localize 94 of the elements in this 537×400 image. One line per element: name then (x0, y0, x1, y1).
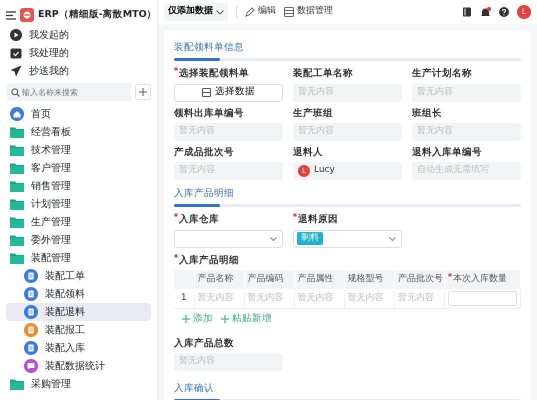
field-label: 装配工单名称 (293, 68, 353, 80)
field-label: 入库产品明细 (179, 254, 239, 266)
sidebar-item[interactable]: 装配入库 (6, 339, 151, 357)
app-logo-icon (20, 8, 34, 22)
sidebar-item[interactable]: 我发起的 (6, 26, 151, 44)
sidebar-item[interactable]: 抄送我的 (6, 62, 151, 80)
menu-icon (6, 10, 16, 20)
field-label: 班组长 (412, 108, 442, 118)
field-label: 退料人 (293, 146, 323, 158)
sidebar-item[interactable]: 装配领料 (6, 285, 151, 303)
plus-icon (221, 315, 229, 324)
home-icon (10, 107, 24, 121)
field-label: 生产计划名称 (412, 68, 472, 80)
folder-icon (10, 198, 24, 210)
toolbar-button[interactable]: 数据管理 (284, 5, 333, 19)
field-label: 入库仓库 (179, 214, 219, 226)
data-icon (202, 88, 211, 97)
book-icon (462, 7, 472, 17)
field-label: 退料入库单编号 (412, 146, 482, 158)
sidebar-item[interactable]: 装配退料 (6, 303, 151, 321)
sidebar-item[interactable]: 生产管理 (6, 213, 151, 231)
readonly-field: 自动生成无需填写 (412, 162, 521, 180)
search-field[interactable]: 输入名称来搜索 (6, 83, 131, 101)
folder-icon (10, 216, 24, 228)
sidebar-item[interactable]: 装配报工 (6, 321, 151, 339)
row-number: 1 (174, 288, 194, 309)
folder-icon (10, 378, 24, 390)
readonly-field: 暂无内容 (293, 122, 402, 141)
quantity-input[interactable] (448, 291, 517, 306)
section-title: 入库产品明细 (174, 187, 234, 201)
readonly-field: 暂无内容 (412, 122, 521, 141)
app-title: ERP（精细版-离散MTO） (38, 8, 157, 22)
pencil-icon (245, 7, 255, 17)
section-title: 装配领料单信息 (174, 41, 244, 55)
play-icon (10, 29, 22, 41)
folder-icon (10, 252, 24, 264)
sidebar-item[interactable]: 首页 (6, 105, 151, 123)
table-cell: 暂无内容 (394, 288, 444, 309)
add-button[interactable] (135, 84, 151, 100)
select-field[interactable] (174, 230, 283, 248)
view-dropdown[interactable]: 仅添加数据 (164, 3, 228, 21)
select-data-button[interactable]: 选择数据 (174, 84, 283, 102)
table-cell: 暂无内容 (194, 288, 244, 309)
chevron-down-icon (389, 236, 396, 240)
column-header: 规格型号 (348, 274, 384, 284)
send-icon (10, 65, 22, 77)
field-label: 退料原因 (298, 214, 338, 226)
reason-tag: 剩料 (297, 232, 323, 246)
sidebar-item[interactable]: 我处理的 (6, 44, 151, 62)
sidebar-item[interactable]: 销售管理 (6, 177, 151, 195)
column-header: 产品编码 (248, 274, 284, 284)
readonly-field: 暂无内容 (174, 352, 283, 371)
section-title: 入库确认 (174, 382, 214, 396)
sidebar-item[interactable]: 装配数据统计 (6, 357, 151, 375)
field-label: 产成品批次号 (174, 146, 234, 158)
column-header: 产品名称 (198, 274, 234, 284)
column-header: 产品批次号 (398, 274, 443, 284)
help-icon (499, 7, 509, 17)
folder-icon (10, 144, 24, 156)
field-label: 入库产品总数 (174, 338, 234, 348)
column-header: 本次入库数量 (452, 274, 507, 284)
sidebar-item[interactable]: 经营看板 (6, 123, 151, 141)
folder-icon (10, 234, 24, 246)
plus-icon (139, 88, 147, 96)
sidebar-item[interactable]: 装配管理 (6, 249, 151, 267)
table-icon (284, 7, 294, 17)
folder-icon (10, 162, 24, 174)
sidebar-item[interactable]: 采购管理 (6, 375, 151, 393)
user-name: Lucy (314, 164, 335, 178)
field-label: 领料出库单编号 (174, 108, 244, 118)
user-avatar[interactable]: L (517, 5, 531, 19)
sidebar-item[interactable]: 计划管理 (6, 195, 151, 213)
chevron-down-icon (270, 236, 277, 240)
folder-icon (10, 180, 24, 192)
table-cell: 暂无内容 (344, 288, 394, 309)
table-cell: 暂无内容 (294, 288, 344, 309)
inbox-check-icon (10, 47, 22, 59)
readonly-field: 暂无内容 (174, 162, 283, 180)
sidebar-item[interactable]: 客户管理 (6, 159, 151, 177)
readonly-field: 暂无内容 (174, 122, 283, 141)
sidebar-item[interactable]: 委外管理 (6, 231, 151, 249)
field-label: 生产班组 (293, 108, 333, 118)
sidebar-item[interactable]: 技术管理 (6, 141, 151, 159)
field-label: 选择装配领料单 (179, 68, 249, 80)
readonly-field: 暂无内容 (293, 84, 402, 102)
table-cell: 暂无内容 (244, 288, 294, 309)
bell-icon (480, 6, 491, 18)
plus-icon (182, 315, 190, 324)
toolbar-button[interactable]: 编辑 (245, 5, 276, 19)
folder-icon (10, 126, 24, 138)
readonly-field: 暂无内容 (412, 84, 521, 102)
column-header: 产品属性 (298, 274, 334, 284)
chevron-down-icon (216, 10, 224, 14)
sidebar-item[interactable]: 装配工单 (6, 267, 151, 285)
